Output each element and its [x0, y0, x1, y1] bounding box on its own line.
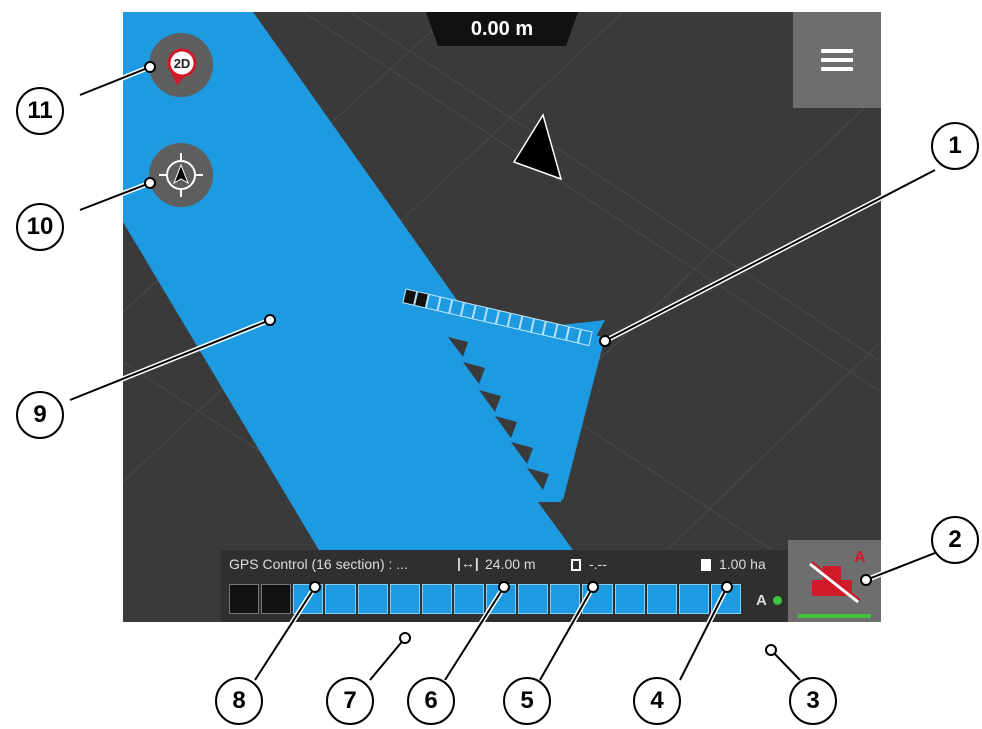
callout-9: 9 [16, 391, 64, 439]
callout-4: 4 [633, 677, 681, 725]
callout-leaders [69, 61, 937, 682]
callout-2: 2 [931, 516, 979, 564]
callout-1: 1 [931, 122, 979, 170]
callout-10: 10 [16, 203, 64, 251]
callout-6: 6 [407, 677, 455, 725]
callout-11: 11 [16, 87, 64, 135]
callout-7: 7 [326, 677, 374, 725]
callout-5: 5 [503, 677, 551, 725]
callout-3: 3 [789, 677, 837, 725]
callout-8: 8 [215, 677, 263, 725]
